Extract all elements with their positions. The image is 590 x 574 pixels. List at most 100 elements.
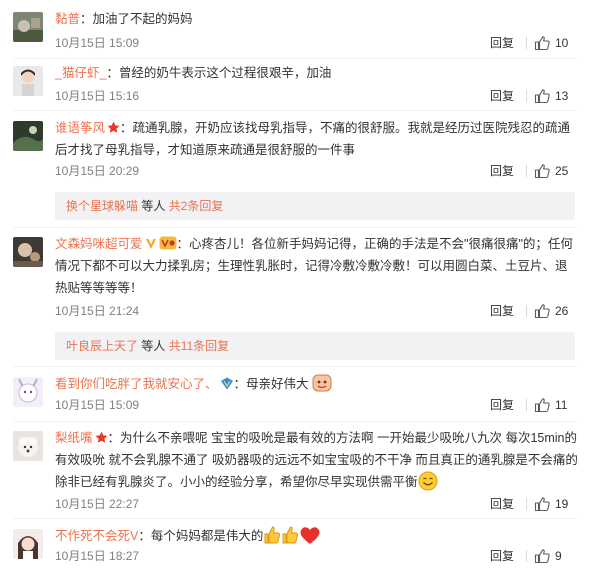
- comment-meta: 10月15日 15:09 回复 10: [55, 34, 578, 52]
- like-count: 13: [555, 89, 569, 103]
- thumbs-up-emoji-icon: [282, 526, 299, 544]
- comment-content: 疏通乳腺，开奶应该找母乳指导，不痛的很舒服。我就是经历过医院残忍的疏通后才找了母…: [55, 121, 571, 157]
- reply-button[interactable]: 回复: [490, 302, 514, 320]
- divider: [526, 550, 527, 562]
- like-count: 9: [555, 549, 562, 563]
- comment-text: 看到你们吃胖了我就安心了、 ：母亲好伟大: [55, 373, 578, 395]
- sub-replies-box: 叶良辰上天了 等人 共11条回复: [55, 332, 575, 360]
- thumbs-up-emoji-icon: [264, 526, 281, 544]
- avatar[interactable]: [13, 121, 43, 151]
- emoji-sticker-icon: [312, 374, 332, 392]
- reply-button[interactable]: 回复: [490, 34, 514, 52]
- smile-emoji-icon: [418, 471, 438, 491]
- comment-username[interactable]: 不作死不会死V: [55, 529, 138, 543]
- comment-content: 每个妈妈都是伟大的: [150, 529, 264, 543]
- reply-button[interactable]: 回复: [490, 547, 514, 565]
- comment-divider: [13, 366, 578, 367]
- avatar[interactable]: [13, 529, 43, 559]
- comment-meta: 10月15日 15:16 回复 13: [55, 87, 578, 105]
- comment-content: 母亲好伟大: [246, 377, 309, 391]
- like-count: 26: [555, 304, 569, 318]
- comment-username[interactable]: 看到你们吃胖了我就安心了、: [55, 377, 218, 391]
- comment-divider: [13, 58, 578, 59]
- divider: [526, 90, 527, 102]
- divider: [526, 37, 527, 49]
- comment-username[interactable]: 梨纸嘴: [55, 431, 93, 445]
- like-button[interactable]: 13: [534, 87, 578, 105]
- star-badge-icon: [95, 431, 107, 443]
- verified-v-badge-icon: [145, 239, 156, 249]
- comment-username[interactable]: _猫仔虾_: [55, 66, 106, 80]
- like-button[interactable]: 25: [534, 162, 578, 180]
- comment-meta: 10月15日 18:27 回复 9: [55, 547, 578, 565]
- like-count: 10: [555, 36, 569, 50]
- comment-divider: [13, 227, 578, 228]
- like-button[interactable]: 19: [534, 495, 578, 513]
- comment-time: 10月15日 15:09: [55, 36, 140, 50]
- comment-username[interactable]: 黏普: [55, 12, 80, 26]
- like-button[interactable]: 9: [534, 547, 578, 565]
- comment-time: 10月15日 22:27: [55, 497, 140, 511]
- divider: [526, 165, 527, 177]
- like-button[interactable]: 26: [534, 302, 578, 320]
- thumbs-up-icon: [534, 497, 550, 512]
- comment-meta: 10月15日 22:27 回复 19: [55, 495, 578, 513]
- avatar[interactable]: [13, 66, 43, 96]
- sub-replies-box: 换个星球躲喵 等人 共2条回复: [55, 192, 575, 220]
- like-count: 11: [555, 398, 568, 412]
- sub-reply-mid: 等人: [138, 199, 169, 213]
- avatar[interactable]: [13, 377, 43, 407]
- heart-emoji-icon: [300, 527, 320, 544]
- comment-meta: 10月15日 15:09 回复 11: [55, 396, 578, 414]
- comment-content: 曾经的奶牛表示这个过程很艰辛，加油: [118, 66, 332, 80]
- comment-content: 加油了不起的妈妈: [92, 12, 193, 26]
- view-replies-link[interactable]: 共11条回复: [169, 339, 229, 353]
- view-replies-link[interactable]: 共2条回复: [169, 199, 224, 213]
- like-count: 25: [555, 164, 569, 178]
- comment-time: 10月15日 20:29: [55, 164, 140, 178]
- like-button[interactable]: 11: [534, 396, 578, 414]
- comment-text: 文森妈咪超可爱 ：心疼杏儿！各位新手妈妈记得，正确的手法是不会"很痛很痛"的；任何…: [55, 236, 573, 295]
- comment-username[interactable]: 文森妈咪超可爱: [55, 237, 143, 251]
- thumbs-up-icon: [534, 89, 550, 104]
- thumbs-up-icon: [534, 549, 550, 564]
- like-button[interactable]: 10: [534, 34, 578, 52]
- thumbs-up-icon: [534, 164, 550, 179]
- vip-level-badge-icon: [159, 236, 177, 250]
- thumbs-up-icon: [534, 36, 550, 51]
- reply-button[interactable]: 回复: [490, 495, 514, 513]
- comment-text: 梨纸嘴 ：为什么不亲喂呢 宝宝的吸吮是最有效的方法啊 一开始最少吸吮八九次 每次1…: [55, 431, 578, 491]
- comment-text: 黏普：加油了不起的妈妈: [55, 12, 193, 26]
- reply-button[interactable]: 回复: [490, 162, 514, 180]
- comment-text: 不作死不会死V：每个妈妈都是伟大的: [55, 525, 578, 547]
- avatar[interactable]: [13, 12, 43, 42]
- comment-content: 为什么不亲喂呢 宝宝的吸吮是最有效的方法啊 一开始最少吸吮八九次 每次15min…: [55, 431, 578, 489]
- avatar[interactable]: [13, 237, 43, 267]
- divider: [526, 305, 527, 317]
- like-count: 19: [555, 497, 569, 511]
- comment-time: 10月15日 18:27: [55, 549, 140, 563]
- comment-divider: [13, 518, 578, 519]
- comment-time: 10月15日 15:09: [55, 398, 140, 412]
- star-badge-icon: [107, 121, 120, 133]
- comment-text: _猫仔虾_：曾经的奶牛表示这个过程很艰辛，加油: [55, 66, 332, 80]
- avatar[interactable]: [13, 431, 43, 461]
- comment-username[interactable]: 谁语筝风: [55, 121, 105, 135]
- reply-button[interactable]: 回复: [490, 87, 514, 105]
- comment-meta: 10月15日 20:29 回复 25: [55, 162, 578, 180]
- divider: [526, 498, 527, 510]
- divider: [526, 399, 527, 411]
- comment-time: 10月15日 21:24: [55, 304, 140, 318]
- comment-meta: 10月15日 21:24 回复 26: [55, 302, 578, 320]
- sub-reply-mid: 等人: [138, 339, 169, 353]
- sub-reply-user[interactable]: 换个星球躲喵: [66, 199, 138, 213]
- thumbs-up-icon: [534, 304, 550, 319]
- level-badge-icon: [220, 377, 233, 390]
- sub-reply-user[interactable]: 叶良辰上天了: [66, 339, 138, 353]
- comment-time: 10月15日 15:16: [55, 89, 140, 103]
- comment-text: 谁语筝风 ：疏通乳腺，开奶应该找母乳指导，不痛的很舒服。我就是经历过医院残忍的疏通…: [55, 121, 571, 157]
- thumbs-up-icon: [534, 398, 550, 413]
- comment-divider: [13, 421, 578, 422]
- comment-divider: [13, 110, 578, 111]
- reply-button[interactable]: 回复: [490, 396, 514, 414]
